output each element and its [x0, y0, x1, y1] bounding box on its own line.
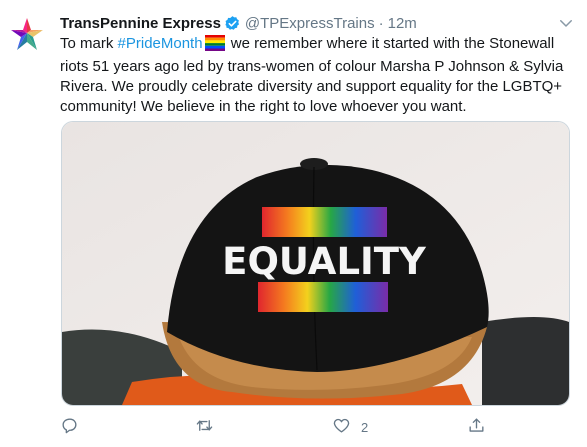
tweet-text: To mark #PrideMonth we remember where it…: [60, 34, 570, 117]
author-avatar[interactable]: [5, 13, 49, 57]
rainbow-flag-icon: [204, 35, 225, 57]
like-count: 2: [361, 419, 369, 435]
verified-badge-icon: [224, 15, 241, 32]
chevron-down-icon[interactable]: [557, 14, 575, 32]
tweet-actions: 2: [60, 414, 500, 440]
separator-dot: ·: [378, 14, 384, 32]
cap-text: EQUALITY: [222, 240, 427, 283]
heart-icon: [332, 416, 351, 438]
author-handle[interactable]: @TPExpressTrains: [245, 15, 375, 32]
reply-button[interactable]: [60, 414, 89, 440]
tweet-text-intro: To mark: [60, 35, 118, 52]
tweet-card[interactable]: TransPennine Express @TPExpressTrains · …: [0, 0, 587, 447]
author-name[interactable]: TransPennine Express: [60, 15, 221, 32]
tweet-timestamp[interactable]: 12m: [388, 15, 417, 32]
reply-icon: [60, 416, 79, 438]
equality-cap-photo: EQUALITY: [62, 122, 569, 405]
retweet-icon: [195, 416, 214, 438]
tweet-media-image[interactable]: EQUALITY: [61, 121, 570, 406]
hashtag-link[interactable]: #PrideMonth: [118, 35, 203, 52]
rainbow-star-logo-icon: [11, 18, 43, 50]
tweet-header: TransPennine Express @TPExpressTrains · …: [60, 12, 577, 34]
share-button[interactable]: [467, 414, 496, 440]
like-button[interactable]: 2: [332, 414, 368, 440]
share-icon: [467, 416, 486, 438]
retweet-button[interactable]: [195, 414, 224, 440]
